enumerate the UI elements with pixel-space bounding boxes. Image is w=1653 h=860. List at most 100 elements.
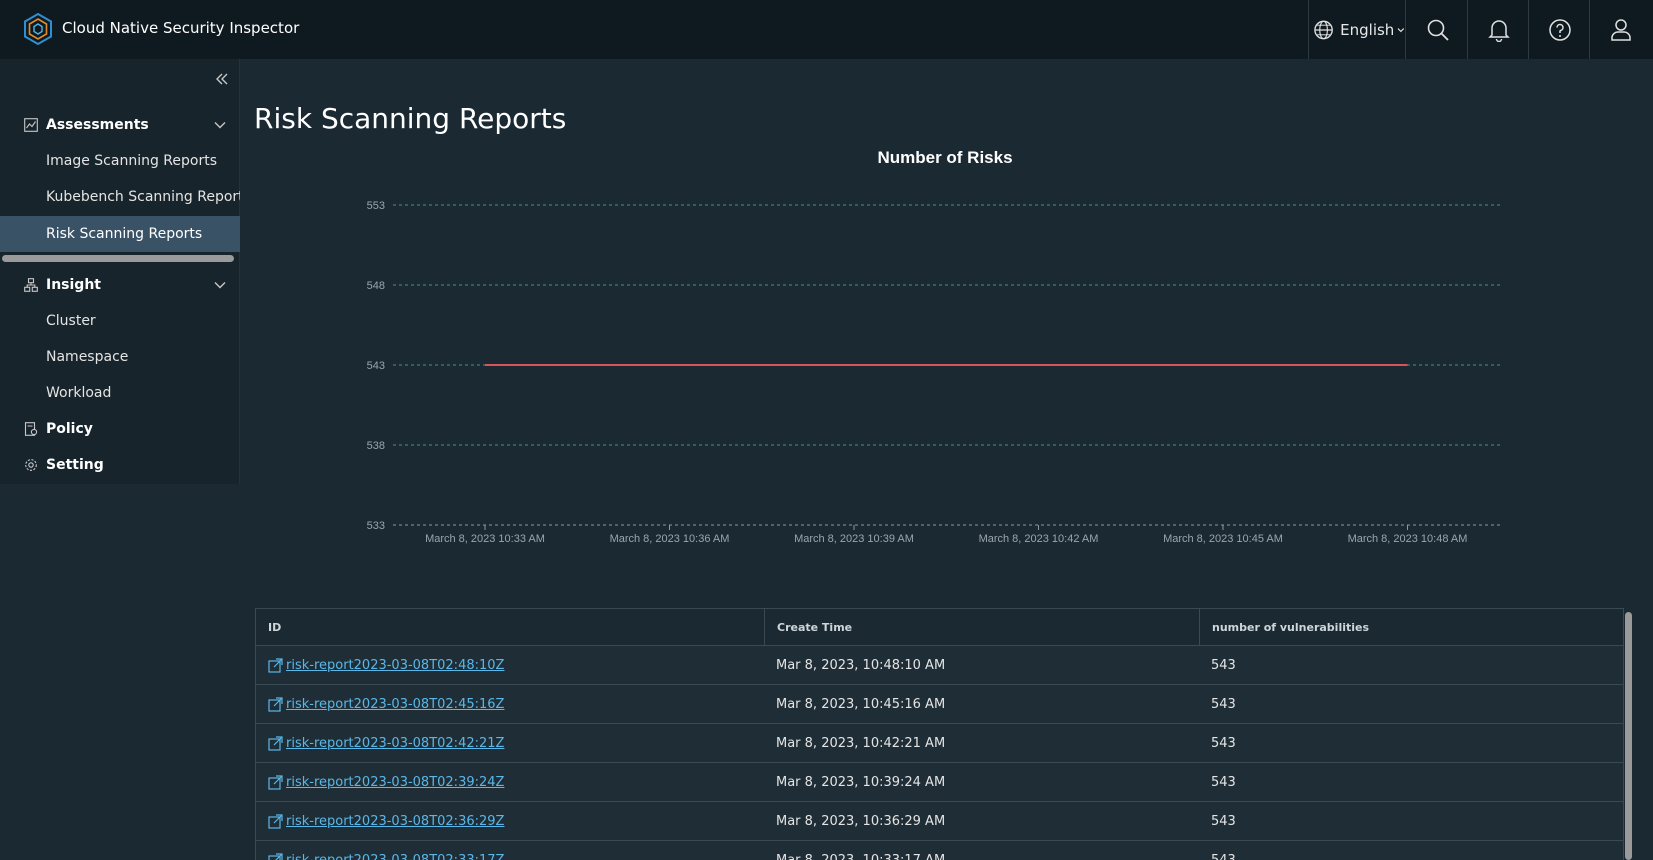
table-row: risk-report2023-03-08T02:33:17Z Mar 8, 20… (256, 841, 1623, 860)
app-logo-icon[interactable] (22, 13, 54, 45)
cell-create-time: Mar 8, 2023, 10:39:24 AM (776, 774, 946, 790)
cell-id: risk-report2023-03-08T02:42:21Z (256, 724, 764, 762)
sidebar-item-workload[interactable]: Workload (0, 375, 240, 411)
nav-group-label: Setting (46, 457, 104, 473)
language-label: English (1340, 20, 1395, 39)
nav-group-policy[interactable]: Policy (0, 411, 240, 447)
y-tick-label: 543 (367, 360, 385, 372)
nav-group-label: Policy (46, 421, 93, 437)
top-header: Cloud Native Security Inspector English (0, 0, 1653, 59)
report-id: risk-report2023-03-08T02:33:17Z (286, 852, 505, 860)
report-link[interactable]: risk-report2023-03-08T02:36:29Z (268, 814, 504, 829)
user-icon (1611, 18, 1631, 41)
help-button[interactable] (1530, 0, 1590, 59)
notifications-button[interactable] (1469, 0, 1529, 59)
chart-title: Number of Risks (877, 148, 1012, 167)
cell-id: risk-report2023-03-08T02:39:24Z (256, 763, 764, 801)
column-header-create-time[interactable]: Create Time (764, 609, 1199, 645)
globe-icon (1314, 20, 1333, 39)
table-row: risk-report2023-03-08T02:48:10Z Mar 8, 20… (256, 646, 1623, 685)
table-row: risk-report2023-03-08T02:42:21Z Mar 8, 20… (256, 724, 1623, 763)
report-id: risk-report2023-03-08T02:36:29Z (286, 813, 505, 829)
nav-group-setting[interactable]: Setting (0, 447, 240, 483)
sidebar-item-risk-scanning-reports[interactable]: Risk Scanning Reports (0, 216, 240, 252)
nav-group-label: Insight (46, 277, 101, 293)
sidebar-item-label: Image Scanning Reports (46, 153, 218, 169)
sidebar-item-label: Workload (46, 385, 112, 401)
report-link[interactable]: risk-report2023-03-08T02:42:21Z (268, 736, 504, 751)
nav-group-insight[interactable]: Insight (0, 267, 240, 303)
sidebar-item-cluster[interactable]: Cluster (0, 303, 240, 339)
sidebar-item-image-scanning-reports[interactable]: Image Scanning Reports (0, 143, 240, 179)
gear-icon (25, 459, 37, 471)
report-id: risk-report2023-03-08T02:48:10Z (286, 657, 505, 673)
help-icon (1548, 18, 1571, 41)
double-chevron-left-icon[interactable] (212, 69, 232, 89)
table-vertical-scrollbar[interactable] (1625, 612, 1632, 860)
page-title: Risk Scanning Reports (254, 102, 567, 135)
cell-vulnerabilities: 543 (1211, 735, 1236, 751)
table-row: risk-report2023-03-08T02:36:29Z Mar 8, 20… (256, 802, 1623, 841)
column-header-vulnerabilities[interactable]: number of vulnerabilities (1199, 609, 1623, 645)
y-tick-label: 538 (367, 440, 385, 452)
sidebar-item-namespace[interactable]: Namespace (0, 339, 240, 375)
nav-group-label: Assessments (46, 117, 149, 133)
report-id: risk-report2023-03-08T02:39:24Z (286, 774, 505, 790)
x-tick-label: March 8, 2023 10:48 AM (1348, 533, 1468, 545)
x-tick-label: March 8, 2023 10:39 AM (794, 533, 914, 545)
cell-vulnerabilities: 543 (1211, 657, 1236, 673)
nav-group-assessments[interactable]: Assessments (0, 107, 240, 143)
cell-create-time: Mar 8, 2023, 10:33:17 AM (776, 852, 946, 860)
table-header: ID Create Time number of vulnerabilities (256, 609, 1623, 646)
x-tick-label: March 8, 2023 10:33 AM (425, 533, 545, 545)
report-link[interactable]: risk-report2023-03-08T02:48:10Z (268, 658, 504, 673)
sidebar-item-label: Cluster (46, 313, 96, 329)
sidebar-item-label: Risk Scanning Reports (46, 226, 203, 242)
y-tick-label: 553 (367, 200, 385, 212)
search-button[interactable] (1408, 0, 1468, 59)
table-row: risk-report2023-03-08T02:45:16Z Mar 8, 20… (256, 685, 1623, 724)
report-link[interactable]: risk-report2023-03-08T02:33:17Z (268, 853, 504, 860)
external-link-icon (268, 735, 283, 751)
x-tick-label: March 8, 2023 10:45 AM (1163, 533, 1283, 545)
user-menu-button[interactable] (1591, 0, 1651, 59)
sidebar-horizontal-scrollbar[interactable] (2, 255, 234, 262)
search-icon (1427, 19, 1449, 41)
chevron-down-icon (1397, 27, 1405, 32)
number-of-risks-chart: Number of Risks 533 538 543 548 553 March 8,… (367, 148, 1500, 545)
report-id: risk-report2023-03-08T02:42:21Z (286, 735, 505, 751)
cell-vulnerabilities: 543 (1211, 774, 1236, 790)
hierarchy-icon (24, 278, 38, 292)
cell-create-time: Mar 8, 2023, 10:42:21 AM (776, 735, 946, 751)
y-tick-label: 533 (367, 520, 385, 532)
cell-id: risk-report2023-03-08T02:33:17Z (256, 841, 764, 860)
report-link[interactable]: risk-report2023-03-08T02:39:24Z (268, 775, 504, 790)
cell-create-time: Mar 8, 2023, 10:48:10 AM (776, 657, 946, 673)
table-row: risk-report2023-03-08T02:39:24Z Mar 8, 20… (256, 763, 1623, 802)
external-link-icon (268, 813, 283, 829)
external-link-icon (268, 852, 283, 860)
chart-icon (24, 118, 38, 132)
external-link-icon (268, 696, 283, 712)
policy-document-icon (24, 422, 38, 436)
cell-id: risk-report2023-03-08T02:48:10Z (256, 646, 764, 684)
report-id: risk-report2023-03-08T02:45:16Z (286, 696, 505, 712)
reports-table: ID Create Time number of vulnerabilities… (255, 608, 1624, 860)
cell-id: risk-report2023-03-08T02:45:16Z (256, 685, 764, 723)
language-selector[interactable]: English (1308, 0, 1406, 59)
cell-vulnerabilities: 543 (1211, 852, 1236, 860)
cell-create-time: Mar 8, 2023, 10:36:29 AM (776, 813, 946, 829)
app-title[interactable]: Cloud Native Security Inspector (62, 19, 299, 37)
column-header-id[interactable]: ID (256, 609, 764, 645)
sidebar-item-kubebench-scanning-reports[interactable]: Kubebench Scanning Reports (0, 179, 240, 215)
cell-create-time: Mar 8, 2023, 10:45:16 AM (776, 696, 946, 712)
sidebar-item-label: Kubebench Scanning Reports (46, 189, 240, 205)
y-tick-label: 548 (367, 280, 385, 292)
report-link[interactable]: risk-report2023-03-08T02:45:16Z (268, 697, 504, 712)
bell-icon (1487, 19, 1510, 42)
external-link-icon (268, 657, 283, 673)
external-link-icon (268, 774, 283, 790)
cell-vulnerabilities: 543 (1211, 696, 1236, 712)
x-tick-label: March 8, 2023 10:36 AM (610, 533, 730, 545)
sidebar: Assessments Image Scanning Reports Kubeb… (0, 59, 240, 484)
